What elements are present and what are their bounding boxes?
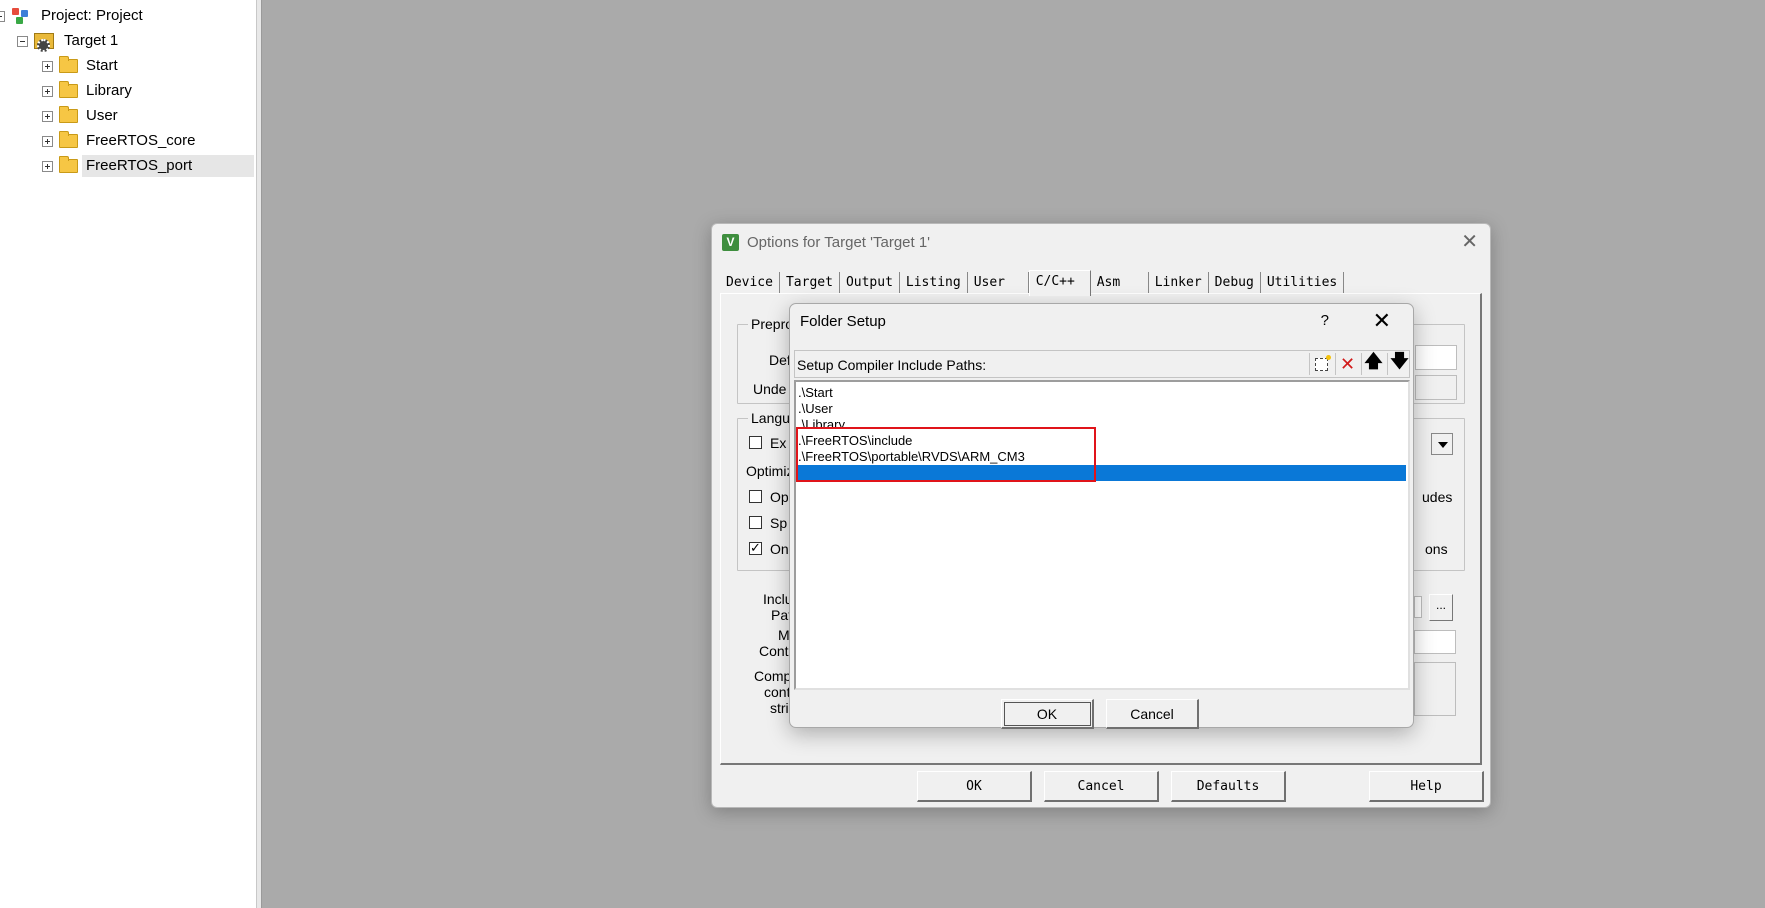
- tab-device[interactable]: Device: [720, 272, 780, 294]
- one-elf-label: On: [770, 541, 789, 557]
- collapse-icon[interactable]: [17, 35, 28, 47]
- tab-user[interactable]: User: [968, 272, 1029, 294]
- tab-listing[interactable]: Listing: [900, 272, 968, 294]
- help-icon[interactable]: ?: [1321, 312, 1329, 329]
- tree-group-label: Library: [86, 82, 132, 99]
- optimize-time-label: Op: [770, 489, 789, 505]
- include-paths-list[interactable]: .\Start .\User .\Library .\FreeRTOS\incl…: [794, 380, 1410, 690]
- folder-icon: [59, 56, 78, 73]
- tree-root-label: Project: Project: [41, 7, 143, 24]
- compiler-control-string-label-3: stri: [770, 700, 789, 716]
- compiler-string-box: [1414, 662, 1456, 716]
- warnings-dropdown-button[interactable]: [1431, 433, 1453, 455]
- folder-setup-cancel-button[interactable]: Cancel: [1106, 699, 1199, 729]
- project-icon: [11, 7, 31, 25]
- tab-utilities[interactable]: Utilities: [1261, 272, 1345, 294]
- options-title-bar: V Options for Target 'Target 1' ✕: [712, 224, 1490, 260]
- misc-controls-label: M: [778, 627, 790, 643]
- folder-icon: [59, 106, 78, 123]
- expand-icon[interactable]: [42, 160, 53, 172]
- options-cancel-button[interactable]: Cancel: [1044, 771, 1159, 802]
- include-paths-header: Setup Compiler Include Paths: ✕ 🡅 🡇: [794, 350, 1410, 378]
- folder-icon: [59, 131, 78, 148]
- tree-group-library[interactable]: Library: [42, 80, 136, 102]
- undefine-label: Unde: [753, 381, 787, 397]
- tree-group-label: FreeRTOS_port: [82, 155, 254, 177]
- arrow-down-icon: 🡇: [1390, 351, 1409, 371]
- expand-icon[interactable]: [42, 110, 53, 122]
- new-folder-icon: [1315, 354, 1331, 371]
- list-item[interactable]: .\User: [798, 401, 1406, 417]
- options-title: Options for Target 'Target 1': [747, 233, 931, 251]
- split-sections-label: Sp: [770, 515, 788, 531]
- folder-icon: [59, 156, 78, 173]
- include-paths-browse-button[interactable]: ...: [1429, 594, 1453, 621]
- tab-asm[interactable]: Asm: [1091, 272, 1149, 294]
- target-folder-icon: [34, 33, 54, 52]
- folder-setup-title: Folder Setup: [800, 313, 886, 330]
- delete-icon: ✕: [1339, 353, 1356, 374]
- tree-group-start[interactable]: Start: [42, 55, 122, 77]
- keil-app-icon: V: [722, 233, 739, 251]
- project-window: Project: Project Target 1 Start Library …: [0, 0, 262, 908]
- optimize-time-checkbox[interactable]: [749, 490, 762, 503]
- undefine-input[interactable]: [1415, 375, 1457, 400]
- optimization-label: Optimiz: [746, 463, 794, 479]
- tab-target[interactable]: Target: [780, 272, 840, 294]
- collapse-icon[interactable]: [0, 10, 5, 22]
- tab-cpp[interactable]: C/C++: [1028, 270, 1091, 296]
- list-item[interactable]: .\Start: [798, 385, 1406, 401]
- tab-output[interactable]: Output: [840, 272, 900, 294]
- misc-controls-input[interactable]: [1414, 630, 1456, 654]
- move-down-button[interactable]: 🡇: [1387, 351, 1411, 375]
- tree-group-label: User: [86, 107, 118, 124]
- gnu-extensions-label: ons: [1425, 541, 1448, 557]
- new-folder-button[interactable]: [1309, 353, 1333, 375]
- tab-linker[interactable]: Linker: [1149, 272, 1209, 294]
- expand-icon[interactable]: [42, 85, 53, 97]
- folder-icon: [59, 81, 78, 98]
- split-sections-checkbox[interactable]: [749, 516, 762, 529]
- tree-group-label: FreeRTOS_core: [86, 132, 196, 149]
- expand-icon[interactable]: [42, 60, 53, 72]
- options-defaults-button[interactable]: Defaults: [1171, 771, 1286, 802]
- compiler-control-string-label: Comp: [754, 668, 792, 684]
- define-label: Def: [769, 352, 791, 368]
- tree-root[interactable]: Project: Project: [0, 5, 147, 27]
- delete-path-button[interactable]: ✕: [1335, 353, 1359, 375]
- include-paths-input[interactable]: [1414, 596, 1422, 618]
- tree-target[interactable]: Target 1: [17, 30, 122, 52]
- folder-setup-ok-button[interactable]: OK: [1001, 699, 1094, 729]
- execute-only-label: Ex: [770, 435, 787, 451]
- options-ok-button[interactable]: OK: [917, 771, 1032, 802]
- highlight-annotation-box: [796, 427, 1096, 482]
- close-icon[interactable]: ✕: [1373, 308, 1391, 334]
- execute-only-checkbox[interactable]: [749, 436, 762, 449]
- tree-group-freertos-core[interactable]: FreeRTOS_core: [42, 130, 200, 152]
- move-up-button[interactable]: 🡅: [1361, 351, 1385, 375]
- compiler-control-string-label-2: cont: [764, 684, 791, 700]
- tree-group-freertos-port[interactable]: FreeRTOS_port: [42, 155, 254, 177]
- arrow-up-icon: 🡅: [1364, 351, 1383, 371]
- options-help-button[interactable]: Help: [1369, 771, 1484, 802]
- expand-icon[interactable]: [42, 135, 53, 147]
- close-icon[interactable]: ✕: [1461, 230, 1478, 254]
- tree-target-label: Target 1: [64, 32, 119, 49]
- options-tabs: Device Target Output Listing User C/C++ …: [720, 270, 1345, 296]
- folder-setup-dialog: Folder Setup ? ✕ Setup Compiler Include …: [789, 303, 1414, 729]
- no-auto-includes-label: udes: [1422, 489, 1453, 505]
- tab-debug[interactable]: Debug: [1209, 272, 1261, 294]
- tree-group-label: Start: [86, 57, 118, 74]
- tree-group-user[interactable]: User: [42, 105, 122, 127]
- one-elf-checkbox[interactable]: [749, 540, 762, 556]
- include-paths-header-label: Setup Compiler Include Paths:: [797, 357, 987, 373]
- define-input[interactable]: [1415, 345, 1457, 370]
- language-group-label: Langu: [748, 410, 793, 426]
